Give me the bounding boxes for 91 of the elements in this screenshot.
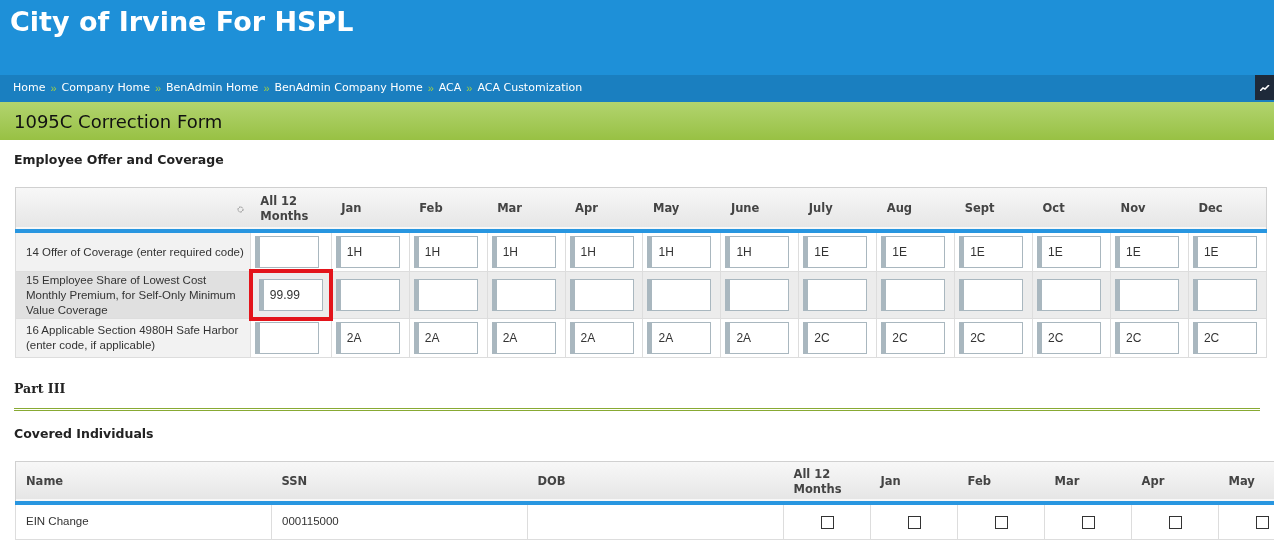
section-heading: Part III [14, 380, 67, 399]
code-input-field[interactable]: 1H [413, 236, 478, 269]
code-input-field[interactable]: 2C [1192, 322, 1257, 355]
code-input-field[interactable]: 99.99 [258, 279, 323, 312]
month-checkbox[interactable] [994, 516, 1008, 530]
month-checkbox[interactable] [907, 516, 921, 530]
column-header: Oct [1032, 187, 1111, 232]
column-header: Jan [870, 461, 958, 504]
breadcrumb-separator: » [427, 81, 434, 97]
trend-icon [1259, 84, 1270, 91]
site-title: City of Irvine For HSPL [10, 5, 355, 39]
code-input-field[interactable]: 1H [725, 236, 790, 269]
column-header: Feb [409, 187, 488, 232]
code-input-field[interactable]: 2C [959, 322, 1024, 355]
page-title: 1095C Correction Form [14, 109, 223, 134]
code-input-field[interactable]: 1E [1192, 236, 1257, 269]
section-heading: Employee Offer and Coverage [14, 151, 225, 169]
code-input-field[interactable] [1115, 279, 1179, 312]
code-input-field[interactable]: 1H [647, 236, 712, 269]
row-label: 14 Offer of Coverage (enter required code) [15, 231, 251, 272]
breadcrumb-separator: » [466, 81, 473, 97]
column-header: June [720, 187, 799, 232]
code-input-field[interactable] [647, 279, 712, 312]
code-input-field[interactable]: 2A [335, 322, 400, 355]
breadcrumb-separator: » [154, 81, 162, 97]
code-input-field[interactable]: 2C [1115, 322, 1179, 355]
month-checkbox[interactable] [1081, 516, 1095, 530]
code-input-field[interactable]: 1E [803, 236, 868, 269]
chart-toggle-button[interactable] [1255, 75, 1274, 100]
breadcrumb-link[interactable]: ACA [438, 80, 462, 97]
breadcrumb-separator: » [263, 81, 270, 97]
row-label: 15 Employee Share of Lowest Cost Monthly Premium, for Self-Only Minimum Value Coverage [15, 271, 251, 319]
code-input-field[interactable]: 2C [1037, 322, 1102, 355]
table-cell: 000115000 [271, 503, 528, 540]
code-input-field[interactable]: 2A [569, 322, 634, 355]
column-header: Jan [331, 187, 410, 232]
code-input-field[interactable]: 1E [1115, 236, 1179, 269]
code-input-field[interactable]: 1H [491, 236, 556, 269]
code-input-field[interactable] [1037, 279, 1102, 312]
code-input-field[interactable] [959, 279, 1024, 312]
column-header: Apr [565, 187, 643, 232]
column-header: Sept [954, 187, 1033, 232]
month-checkbox[interactable] [1168, 516, 1182, 530]
code-input-field[interactable] [335, 279, 400, 312]
code-input-field[interactable] [569, 279, 634, 312]
column-header: Nov [1110, 187, 1189, 232]
row-label: 16 Applicable Section 4980H Safe Harbor (enter code, if applicable) [15, 318, 251, 358]
code-input-field[interactable]: 2A [725, 322, 790, 355]
month-checkbox[interactable] [820, 516, 834, 530]
code-input-field[interactable]: 2C [803, 322, 868, 355]
resize-icon [237, 205, 245, 213]
section-heading: Covered Individuals [14, 425, 155, 443]
column-header: May [643, 187, 721, 232]
column-header: Feb [957, 461, 1045, 504]
code-input-field[interactable] [491, 279, 556, 312]
column-header: Mar [487, 187, 566, 232]
code-input-field[interactable]: 1E [1037, 236, 1102, 269]
column-header: Name [15, 461, 272, 504]
breadcrumb-separator: » [50, 81, 57, 97]
code-input-field[interactable]: 2A [647, 322, 712, 355]
column-header: SSN [271, 461, 528, 504]
month-checkbox[interactable] [1255, 516, 1269, 530]
code-input-field[interactable]: 1E [881, 236, 946, 269]
code-input-field[interactable]: 2C [881, 322, 946, 355]
column-header: July [798, 187, 877, 232]
column-header: Dec [1188, 187, 1267, 232]
code-input-field[interactable] [413, 279, 478, 312]
breadcrumb-link[interactable]: BenAdmin Company Home [274, 80, 423, 97]
code-input-field[interactable] [1192, 279, 1257, 312]
code-input-field[interactable]: 1H [569, 236, 634, 269]
column-header: All 12 Months [783, 461, 871, 504]
column-header: May [1218, 461, 1274, 504]
code-input-field[interactable] [725, 279, 790, 312]
code-input-field[interactable]: 1E [959, 236, 1024, 269]
code-input-field[interactable]: 1H [335, 236, 400, 269]
code-input-field[interactable]: 2A [413, 322, 478, 355]
column-header: Aug [876, 187, 955, 232]
table-cell: EIN Change [15, 503, 272, 540]
column-header: Apr [1131, 461, 1219, 504]
breadcrumb-link[interactable]: ACA Customization [477, 80, 583, 97]
code-input-field[interactable] [254, 236, 319, 269]
breadcrumb-link[interactable]: Home [13, 80, 46, 97]
code-input-field[interactable] [803, 279, 868, 312]
code-input-field[interactable] [881, 279, 946, 312]
code-input-field[interactable] [254, 322, 319, 355]
breadcrumb-link[interactable]: BenAdmin Home [166, 80, 259, 97]
code-input-field[interactable]: 2A [491, 322, 556, 355]
column-header: Mar [1044, 461, 1132, 504]
breadcrumb-link[interactable]: Company Home [61, 80, 150, 97]
column-header: All 12 Months [250, 187, 332, 232]
column-header: DOB [527, 461, 784, 504]
